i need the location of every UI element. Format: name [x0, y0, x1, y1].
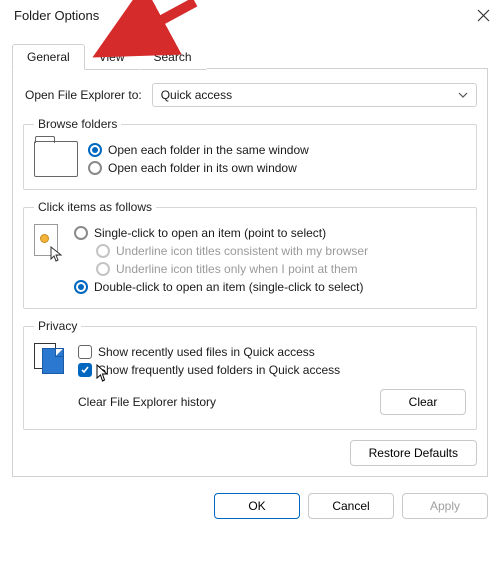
checkbox-label: Show recently used files in Quick access	[98, 345, 315, 359]
opt-double-click[interactable]: Double-click to open an item (single-cli…	[74, 278, 466, 296]
opt-underline-point: Underline icon titles only when I point …	[74, 260, 466, 278]
chk-frequent-folders[interactable]: Show frequently used folders in Quick ac…	[78, 361, 466, 379]
documents-icon	[34, 343, 68, 375]
radio-icon[interactable]	[74, 226, 88, 240]
radio-label: Double-click to open an item (single-cli…	[94, 280, 363, 294]
radio-label: Underline icon titles only when I point …	[116, 262, 357, 276]
group-legend: Privacy	[34, 319, 81, 333]
opt-underline-browser: Underline icon titles consistent with my…	[74, 242, 466, 260]
chk-recent-files[interactable]: Show recently used files in Quick access	[78, 343, 466, 361]
clear-history-label: Clear File Explorer history	[78, 395, 216, 409]
tab-panel-general: Open File Explorer to: Quick access Brow…	[12, 69, 488, 477]
close-icon[interactable]	[477, 9, 490, 22]
button-label: Clear	[409, 395, 438, 409]
window-title: Folder Options	[14, 8, 99, 23]
open-to-label: Open File Explorer to:	[23, 88, 142, 102]
open-to-value: Quick access	[161, 88, 232, 102]
group-legend: Click items as follows	[34, 200, 156, 214]
title-bar: Folder Options	[0, 0, 500, 29]
cancel-button[interactable]: Cancel	[308, 493, 394, 519]
checkbox-icon[interactable]	[78, 345, 92, 359]
opt-single-click[interactable]: Single-click to open an item (point to s…	[74, 224, 466, 242]
tab-view[interactable]: View	[84, 44, 140, 70]
tab-search[interactable]: Search	[139, 44, 207, 70]
opt-same-window[interactable]: Open each folder in the same window	[88, 141, 466, 159]
folder-icon	[34, 141, 78, 177]
clear-button[interactable]: Clear	[380, 389, 466, 415]
button-label: Cancel	[332, 499, 369, 513]
button-label: OK	[248, 499, 265, 513]
open-to-select[interactable]: Quick access	[152, 83, 477, 107]
restore-defaults-button[interactable]: Restore Defaults	[350, 440, 477, 466]
restore-row: Restore Defaults	[23, 440, 477, 466]
radio-icon[interactable]	[74, 280, 88, 294]
tabstrip-filler	[206, 43, 488, 69]
open-to-row: Open File Explorer to: Quick access	[23, 83, 477, 107]
radio-icon[interactable]	[88, 143, 102, 157]
tab-label: Search	[154, 50, 192, 64]
group-privacy: Privacy Show recently used files in Quic…	[23, 319, 477, 430]
dialog-footer: OK Cancel Apply	[0, 485, 500, 529]
radio-icon	[96, 262, 110, 276]
radio-label: Single-click to open an item (point to s…	[94, 226, 326, 240]
tab-label: General	[27, 50, 70, 64]
clear-history-row: Clear File Explorer history Clear	[78, 389, 466, 415]
tab-strip: General View Search	[0, 29, 500, 69]
tab-general[interactable]: General	[12, 44, 85, 70]
checkbox-icon[interactable]	[78, 363, 92, 377]
radio-label: Open each folder in its own window	[108, 161, 297, 175]
radio-icon	[96, 244, 110, 258]
button-label: Apply	[430, 499, 460, 513]
single-click-icon	[34, 224, 64, 262]
group-legend: Browse folders	[34, 117, 121, 131]
opt-own-window[interactable]: Open each folder in its own window	[88, 159, 466, 177]
radio-icon[interactable]	[88, 161, 102, 175]
button-label: Restore Defaults	[369, 446, 458, 460]
tab-label: View	[99, 50, 125, 64]
radio-label: Open each folder in the same window	[108, 143, 309, 157]
apply-button: Apply	[402, 493, 488, 519]
ok-button[interactable]: OK	[214, 493, 300, 519]
chevron-down-icon	[458, 92, 468, 98]
radio-label: Underline icon titles consistent with my…	[116, 244, 368, 258]
checkbox-label: Show frequently used folders in Quick ac…	[98, 363, 340, 377]
group-browse-folders: Browse folders Open each folder in the s…	[23, 117, 477, 190]
group-click-items: Click items as follows Single-click to o…	[23, 200, 477, 309]
